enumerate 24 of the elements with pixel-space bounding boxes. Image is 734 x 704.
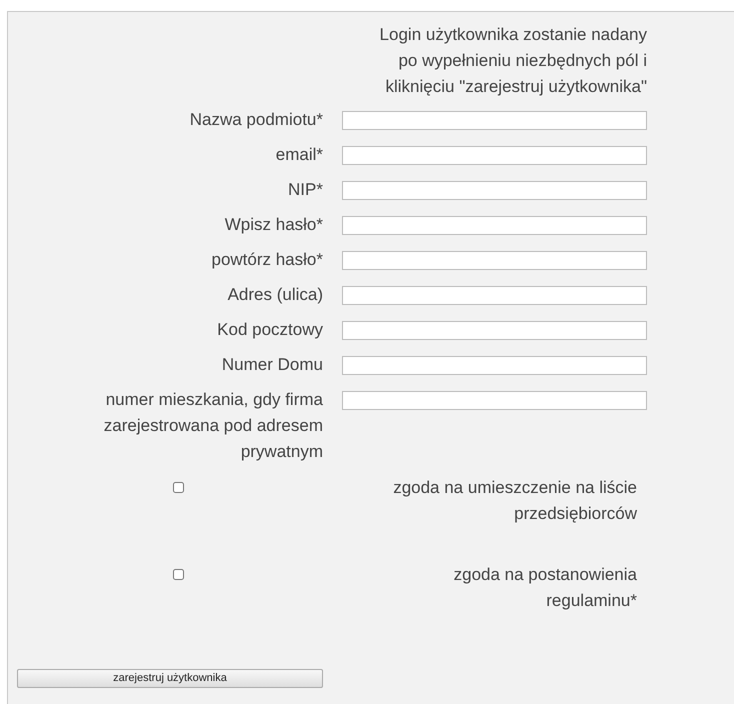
field-label: Nazwa podmiotu* <box>188 109 323 131</box>
field-label: Numer Domu <box>220 354 323 376</box>
field-label: Adres (ulica) <box>226 284 323 306</box>
input-field[interactable] <box>342 321 647 340</box>
consent-label: zgoda na postanowienia regulaminu* <box>452 564 637 612</box>
field-label: email* <box>274 144 323 166</box>
field-label: powtórz hasło* <box>210 249 323 271</box>
input-field[interactable] <box>342 216 647 235</box>
input-field[interactable] <box>342 181 647 200</box>
intro-text: Login użytkownika zostanie nadany po wypełnieniu niezbędnych pól i kliknięciu "zarejestruj użytkownika" <box>378 24 647 98</box>
input-field[interactable] <box>342 111 647 130</box>
field-label: Kod pocztowy <box>216 319 323 341</box>
checkbox[interactable] <box>173 482 184 493</box>
field-label: NIP* <box>287 179 323 201</box>
input-field[interactable] <box>342 251 647 270</box>
register-button[interactable]: zarejestruj użytkownika <box>17 669 323 688</box>
input-field[interactable] <box>342 356 647 375</box>
field-label: numer mieszkania, gdy firma zarejestrowana pod adresem prywatnym <box>102 389 323 463</box>
checkbox[interactable] <box>173 569 184 580</box>
input-field[interactable] <box>342 391 647 410</box>
input-field[interactable] <box>342 146 647 165</box>
field-label: Wpisz hasło* <box>224 214 323 236</box>
input-field[interactable] <box>342 286 647 305</box>
consent-label: zgoda na umieszczenie na liście przedsiębiorców <box>392 477 637 525</box>
